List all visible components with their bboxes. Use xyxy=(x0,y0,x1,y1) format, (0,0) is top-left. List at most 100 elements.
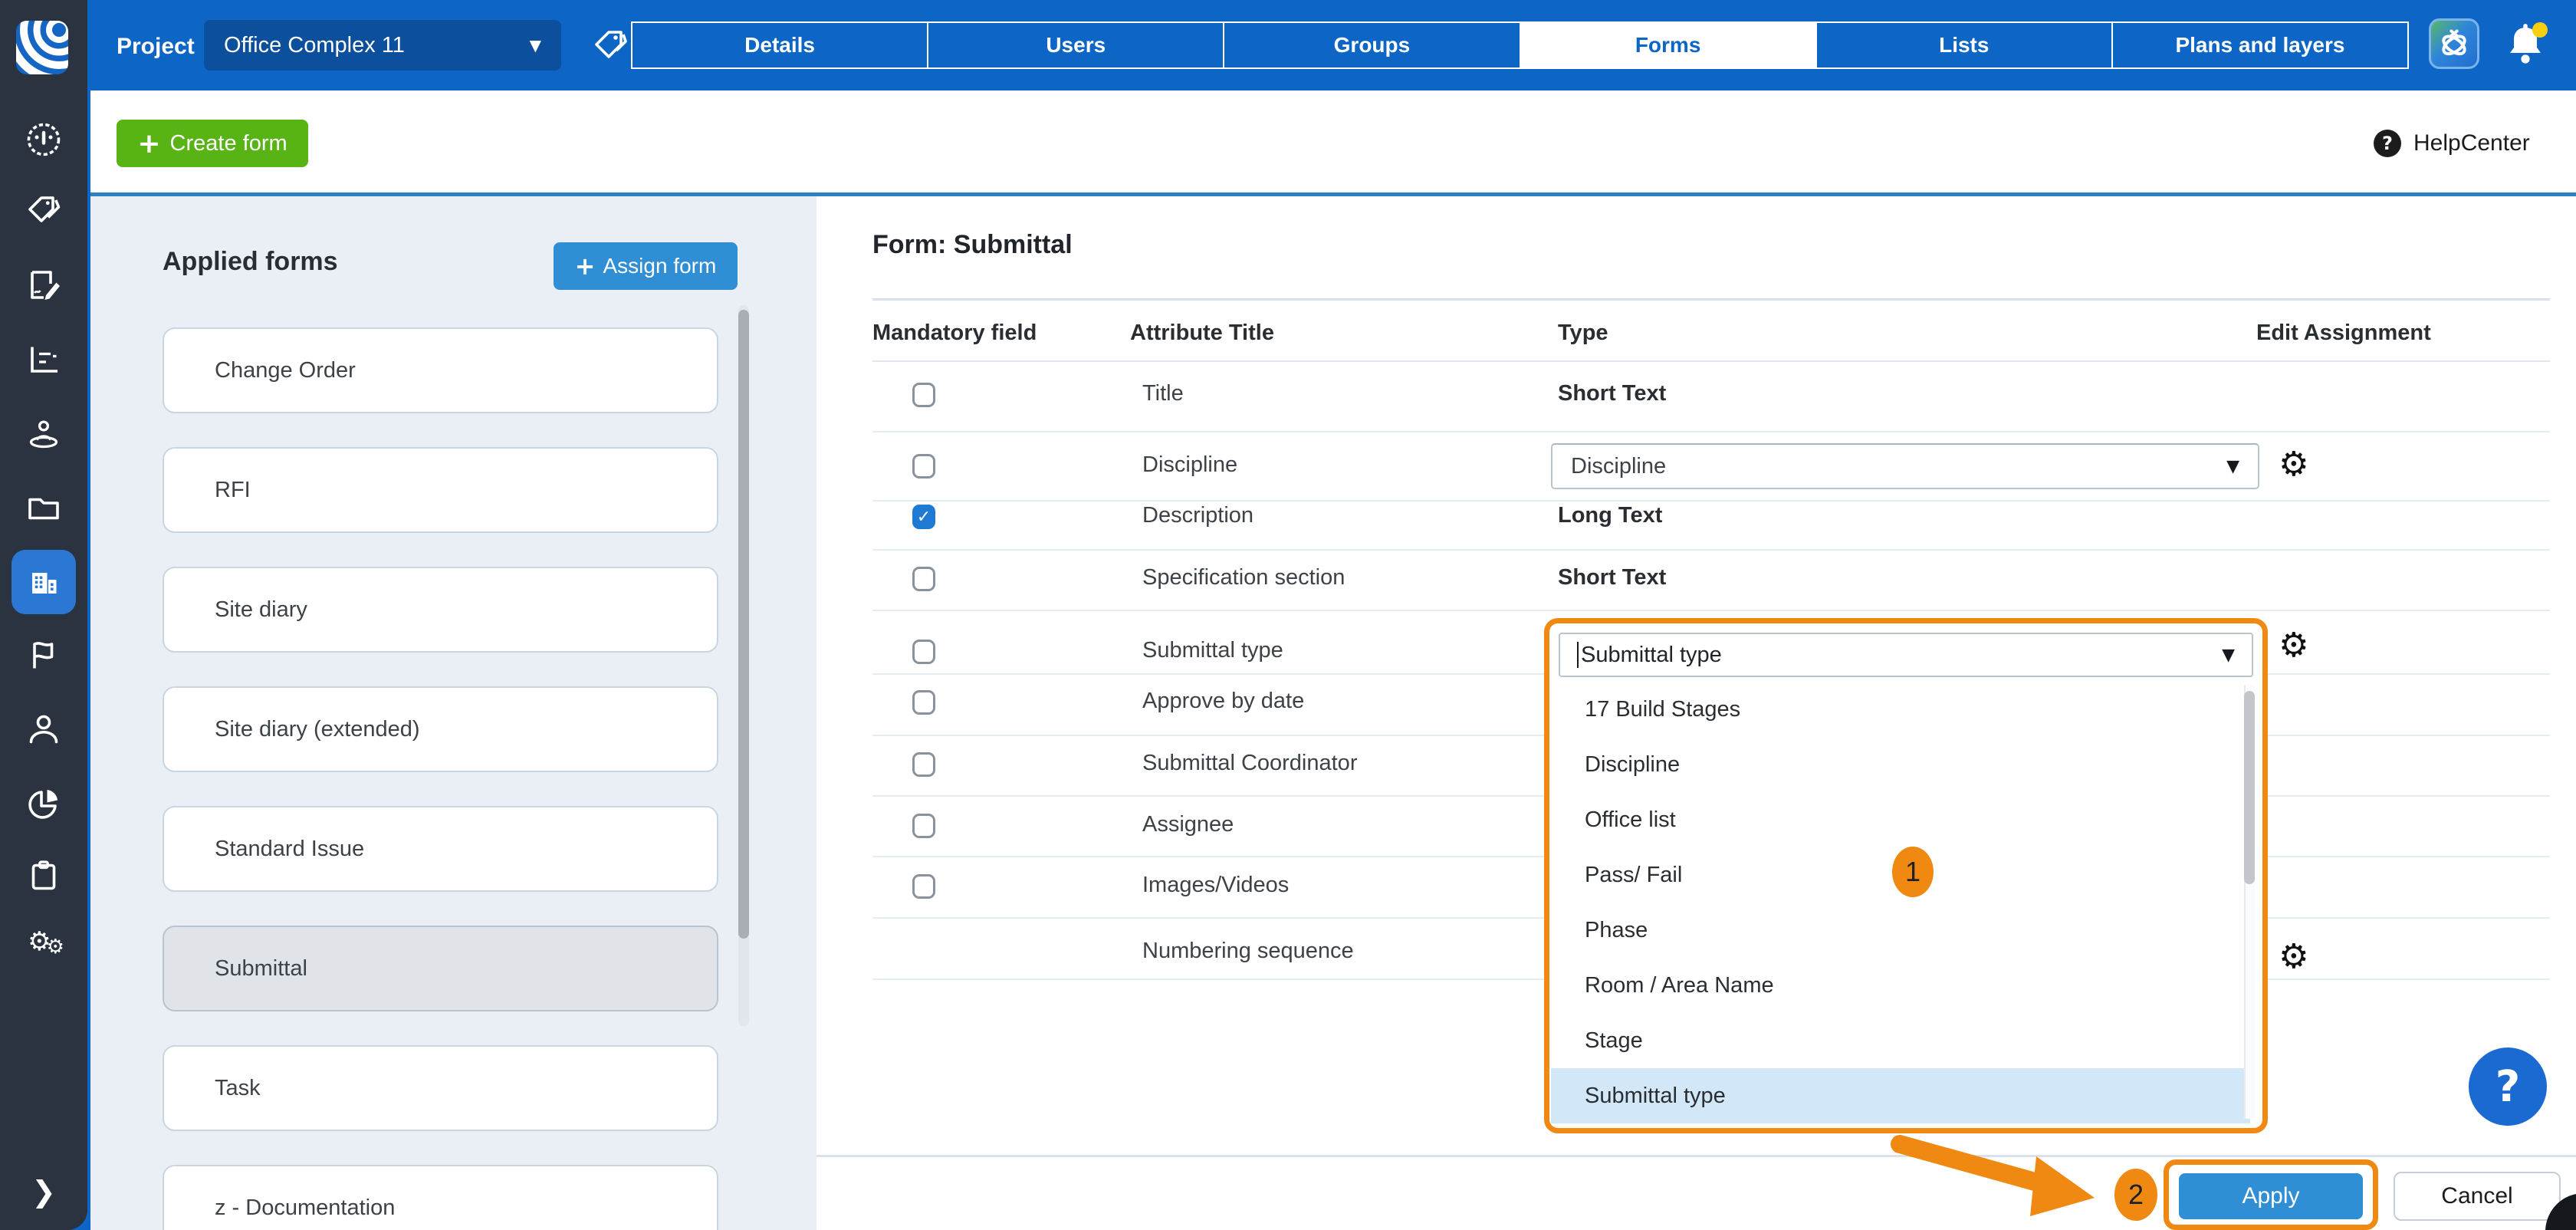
project-name: Office Complex 11 xyxy=(224,33,405,58)
mandatory-checkbox-submittal-type[interactable] xyxy=(912,640,935,664)
sidebar-item-settings[interactable]: ⚙⚙ xyxy=(0,929,87,960)
plus-icon: + xyxy=(137,128,160,160)
edit-assignment-gear-icon[interactable]: ⚙ xyxy=(2279,629,2314,664)
user-pin-icon xyxy=(25,416,62,452)
attribute-title: Images/Videos xyxy=(1142,873,1289,898)
project-selector-dropdown[interactable]: Office Complex 11 ▼ xyxy=(204,20,561,71)
discipline-type-select[interactable]: Discipline ▼ xyxy=(1551,443,2259,489)
attribute-title: Submittal type xyxy=(1142,638,1283,663)
form-card-site-diary-extended[interactable]: Site diary (extended) xyxy=(163,686,718,772)
forms-list-scrollbar-thumb[interactable] xyxy=(738,310,749,939)
form-card-site-diary[interactable]: Site diary xyxy=(163,567,718,653)
mandatory-checkbox-discipline[interactable] xyxy=(912,454,935,479)
attribute-title: Specification section xyxy=(1142,565,1345,590)
sidebar-item-checklists[interactable] xyxy=(0,857,87,894)
sidebar-item-documents[interactable] xyxy=(0,489,87,526)
flag-icon xyxy=(25,637,62,674)
mandatory-checkbox-submittal-coordinator[interactable] xyxy=(912,752,935,777)
form-card-z-documentation[interactable]: z - Documentation xyxy=(163,1165,718,1230)
create-form-button[interactable]: + Create form xyxy=(117,120,308,167)
tab-details[interactable]: Details xyxy=(632,23,927,67)
tags-icon[interactable] xyxy=(592,28,629,64)
options-scrollbar-thumb[interactable] xyxy=(2244,691,2255,884)
mandatory-checkbox-description-checked[interactable]: ✓ xyxy=(912,505,935,529)
notifications-button[interactable] xyxy=(2498,20,2553,71)
table-header-divider xyxy=(872,360,2550,362)
sidebar-item-forms[interactable] xyxy=(0,268,87,304)
row-divider xyxy=(872,500,2550,502)
app-sidebar xyxy=(0,0,87,1230)
help-center-link[interactable]: ? HelpCenter xyxy=(2374,127,2530,160)
tab-users[interactable]: Users xyxy=(927,23,1223,67)
clipboard-icon xyxy=(25,857,62,894)
mandatory-checkbox-title[interactable] xyxy=(912,383,935,407)
project-tabs: Details Users Groups Forms Lists Plans a… xyxy=(631,21,2409,69)
sidebar-item-analytics[interactable] xyxy=(0,785,87,822)
text-cursor xyxy=(1577,642,1579,668)
attribute-title: Discipline xyxy=(1142,452,1237,478)
option-stage[interactable]: Stage xyxy=(1551,1013,2250,1068)
tab-groups[interactable]: Groups xyxy=(1223,23,1519,67)
submittal-type-select-input[interactable]: Submittal type ▼ xyxy=(1559,633,2253,677)
option-17-build-stages[interactable]: 17 Build Stages xyxy=(1551,682,2250,737)
sidebar-item-site-presence[interactable] xyxy=(0,416,87,452)
sidebar-item-reports[interactable] xyxy=(0,341,87,378)
col-header-mandatory-field: Mandatory field xyxy=(872,321,1037,346)
attribute-title: Title xyxy=(1142,381,1184,406)
form-card-standard-issue[interactable]: Standard Issue xyxy=(163,806,718,892)
form-detail-title: Form: Submittal xyxy=(872,230,1073,260)
sidebar-item-dashboard[interactable] xyxy=(0,121,87,158)
sidebar-item-tags[interactable] xyxy=(0,193,87,230)
chart-icon xyxy=(25,341,62,378)
option-phase[interactable]: Phase xyxy=(1551,903,2250,958)
mandatory-checkbox-images-videos[interactable] xyxy=(912,874,935,899)
sidebar-item-users[interactable] xyxy=(0,711,87,748)
gears-icon: ⚙ xyxy=(47,936,60,966)
row-divider xyxy=(872,610,2550,611)
edit-assignment-gear-icon[interactable]: ⚙ xyxy=(2279,448,2314,483)
form-card-task[interactable]: Task xyxy=(163,1045,718,1131)
tab-lists[interactable]: Lists xyxy=(1815,23,2111,67)
chevron-down-icon: ▼ xyxy=(2222,646,2235,665)
edit-assignment-gear-icon[interactable]: ⚙ xyxy=(2279,940,2314,975)
mandatory-checkbox-assignee[interactable] xyxy=(912,814,935,838)
bim-app-icon[interactable] xyxy=(2429,18,2479,69)
form-card-rfi[interactable]: RFI xyxy=(163,447,718,533)
pie-chart-icon xyxy=(25,785,62,822)
option-submittal-type-highlighted[interactable]: Submittal type xyxy=(1551,1068,2250,1123)
sidebar-expand-chevron[interactable]: ❯ xyxy=(0,1175,87,1209)
option-office-list[interactable]: Office list xyxy=(1551,792,2250,847)
footer-divider xyxy=(816,1155,2576,1157)
tab-forms[interactable]: Forms xyxy=(1520,23,1815,67)
help-bubble-button[interactable]: ? xyxy=(2469,1047,2547,1126)
tab-plans-and-layers[interactable]: Plans and layers xyxy=(2111,23,2407,67)
chevron-down-icon: ▼ xyxy=(530,36,541,54)
form-edit-icon xyxy=(25,268,62,304)
annotation-step-1-badge: 1 xyxy=(1892,847,1934,897)
option-room-area-name[interactable]: Room / Area Name xyxy=(1551,958,2250,1013)
col-header-type: Type xyxy=(1558,321,1608,346)
app-window: Project Office Complex 11 ▼ Details User… xyxy=(0,0,2576,1230)
sidebar-item-flags[interactable] xyxy=(0,637,87,674)
chevron-down-icon: ▼ xyxy=(2226,457,2239,476)
form-card-change-order[interactable]: Change Order xyxy=(163,327,718,413)
app-logo[interactable] xyxy=(16,21,68,74)
sidebar-item-buildings-active[interactable] xyxy=(0,564,87,600)
type-options-list: 17 Build Stages Discipline Office list P… xyxy=(1551,682,2250,1131)
option-discipline[interactable]: Discipline xyxy=(1551,737,2250,792)
cancel-button[interactable]: Cancel xyxy=(2394,1172,2561,1221)
user-icon xyxy=(25,711,62,748)
folder-icon xyxy=(25,489,62,526)
attribute-type: Long Text xyxy=(1558,503,1662,528)
mandatory-checkbox-approve-by-date[interactable] xyxy=(912,690,935,715)
apply-button[interactable]: Apply xyxy=(2179,1173,2363,1219)
mandatory-checkbox-specification-section[interactable] xyxy=(912,567,935,591)
form-card-submittal-selected[interactable]: Submittal xyxy=(163,926,718,1011)
row-divider xyxy=(872,549,2550,551)
assign-form-button[interactable]: + Assign form xyxy=(554,242,738,290)
annotation-arrow xyxy=(1886,1127,2116,1227)
question-circle-icon: ? xyxy=(2374,130,2401,157)
tags-icon xyxy=(25,193,62,230)
building-icon xyxy=(25,564,62,600)
notification-dot xyxy=(2532,22,2548,38)
